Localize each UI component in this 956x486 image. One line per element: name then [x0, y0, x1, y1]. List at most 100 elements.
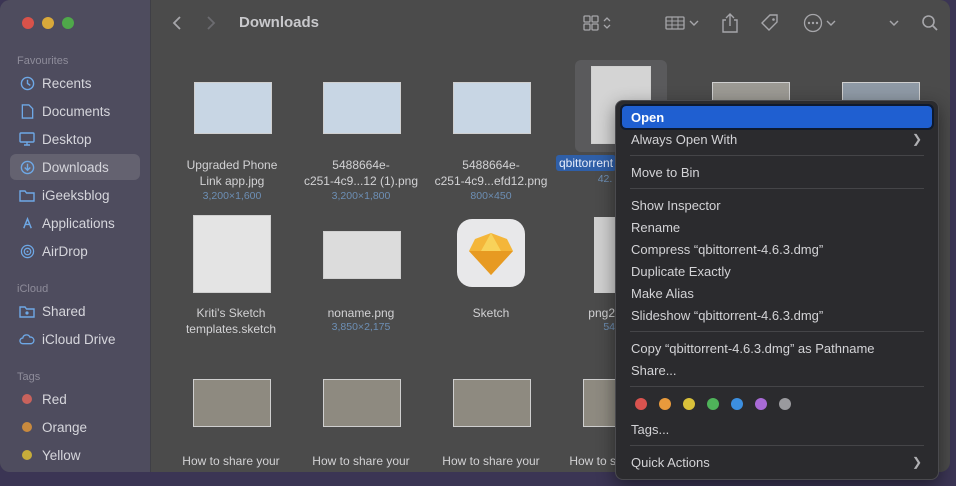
sidebar-item-igeeksblog[interactable]: iGeeksblog: [10, 182, 140, 208]
sidebar-item-label: iCloud Drive: [42, 331, 116, 347]
menu-item-copy-pathname[interactable]: Copy “qbittorrent-4.6.3.dmg” as Pathname: [622, 337, 932, 359]
sidebar-item-label: Documents: [42, 103, 111, 119]
file-name: noname.png: [327, 306, 395, 320]
file-name: 5488664e-c251-4c9...efd12.png: [434, 158, 548, 188]
download-icon: [19, 159, 35, 175]
file-thumbnail: [453, 379, 531, 427]
menu-item-quick-actions[interactable]: Quick Actions ❯: [622, 451, 932, 473]
favourites-header: Favourites: [17, 55, 69, 67]
chevron-down-icon[interactable]: [888, 12, 900, 34]
minimize-window-button[interactable]: [42, 17, 54, 29]
menu-item-tags[interactable]: Tags...: [622, 418, 932, 440]
menu-item-duplicate-exactly[interactable]: Duplicate Exactly: [622, 260, 932, 282]
sidebar-item-label: Orange: [42, 419, 88, 435]
menu-item-rename[interactable]: Rename: [622, 216, 932, 238]
file-thumbnail: [193, 215, 271, 293]
file-meta: 54: [603, 321, 615, 333]
tag-color-green[interactable]: [707, 398, 719, 410]
sidebar-item-label: Recents: [42, 75, 92, 91]
menu-item-show-inspector[interactable]: Show Inspector: [622, 194, 932, 216]
forward-icon[interactable]: [205, 12, 217, 34]
menu-item-compress[interactable]: Compress “qbittorrent-4.6.3.dmg”: [622, 238, 932, 260]
sidebar: Favourites Recents Documents Desktop Dow…: [0, 0, 151, 472]
sidebar-tag-yellow[interactable]: Yellow: [10, 442, 140, 468]
menu-separator: [630, 155, 924, 156]
menu-item-open[interactable]: Open: [620, 104, 934, 130]
menu-item-move-to-bin[interactable]: Move to Bin: [622, 161, 932, 183]
file-thumbnail: [453, 82, 531, 134]
zoom-window-button[interactable]: [62, 17, 74, 29]
sidebar-item-label: Applications: [42, 215, 115, 231]
sidebar-tag-red[interactable]: Red: [10, 386, 140, 412]
sidebar-item-desktop[interactable]: Desktop: [10, 126, 140, 152]
file-name: Kriti's Sketch templates.sketch: [185, 306, 277, 336]
tag-color-blue[interactable]: [731, 398, 743, 410]
menu-item-make-alias[interactable]: Make Alias: [622, 282, 932, 304]
menu-separator: [630, 331, 924, 332]
tag-color-grey[interactable]: [779, 398, 791, 410]
menu-item-always-open-with[interactable]: Always Open With ❯: [622, 128, 932, 150]
document-icon: [19, 103, 35, 119]
file-name: How to share your: [182, 454, 280, 468]
tag-color-orange[interactable]: [659, 398, 671, 410]
sidebar-item-documents[interactable]: Documents: [10, 98, 140, 124]
file-name: Upgraded Phone Link app.jpg: [186, 158, 278, 188]
file-meta: 3,850×2,175: [331, 321, 391, 333]
sidebar-item-label: AirDrop: [42, 243, 88, 259]
sidebar-item-applications[interactable]: Applications: [10, 210, 140, 236]
tag-color-yellow[interactable]: [683, 398, 695, 410]
file-thumbnail: [323, 379, 401, 427]
file-thumbnail: [583, 379, 617, 427]
sidebar-item-label: Red: [42, 391, 67, 407]
file-name: qbittorrent: [556, 155, 617, 171]
menu-item-label: Always Open With: [631, 131, 738, 147]
sidebar-item-label: Desktop: [42, 131, 92, 147]
chevron-right-icon: ❯: [911, 455, 922, 469]
file-name: How to s: [569, 454, 616, 468]
tag-yellow-dot: [22, 450, 32, 460]
menu-item-share[interactable]: Share...: [622, 359, 932, 381]
context-menu: Open Always Open With ❯ Move to Bin Show…: [615, 100, 939, 480]
sidebar-item-airdrop[interactable]: AirDrop: [10, 238, 140, 264]
tag-red-dot: [22, 394, 32, 404]
sidebar-item-icloud-drive[interactable]: iCloud Drive: [10, 326, 140, 352]
folder-icon: [19, 187, 35, 203]
more-icon[interactable]: [803, 12, 837, 34]
grid-view-icon[interactable]: [583, 12, 613, 34]
back-icon[interactable]: [171, 12, 183, 34]
desktop-icon: [19, 131, 35, 147]
sidebar-item-label: Shared: [42, 303, 86, 319]
menu-item-label: Quick Actions: [631, 454, 710, 470]
file-name: How to share your: [442, 454, 540, 468]
window-title: Downloads: [239, 14, 320, 31]
sidebar-item-recents[interactable]: Recents: [10, 70, 140, 96]
tag-icon[interactable]: [760, 12, 780, 34]
file-meta: 800×450: [470, 190, 512, 202]
close-window-button[interactable]: [22, 17, 34, 29]
sidebar-item-label: iGeeksblog: [42, 187, 110, 203]
share-icon[interactable]: [721, 12, 739, 34]
group-icon[interactable]: [665, 12, 701, 34]
cloud-icon: [19, 331, 35, 347]
tag-orange-dot: [22, 422, 32, 432]
search-icon[interactable]: [921, 12, 939, 34]
shared-folder-icon: [19, 303, 35, 319]
tag-color-red[interactable]: [635, 398, 647, 410]
menu-separator: [630, 445, 924, 446]
file-name: How to share your: [312, 454, 410, 468]
tag-color-purple[interactable]: [755, 398, 767, 410]
tags-header: Tags: [17, 371, 41, 383]
sidebar-tag-orange[interactable]: Orange: [10, 414, 140, 440]
sidebar-item-label: Yellow: [42, 447, 81, 463]
menu-separator: [630, 386, 924, 387]
sidebar-item-downloads[interactable]: Downloads: [10, 154, 140, 180]
file-thumbnail: [323, 231, 401, 279]
menu-item-slideshow[interactable]: Slideshow “qbittorrent-4.6.3.dmg”: [622, 304, 932, 326]
sketch-app-icon: [457, 219, 525, 287]
file-meta: 3,200×1,600: [202, 190, 262, 202]
file-thumbnail: [194, 82, 272, 134]
file-meta: 3,200×1,800: [331, 190, 391, 202]
file-thumbnail: [193, 379, 271, 427]
sidebar-item-shared[interactable]: Shared: [10, 298, 140, 324]
file-name: 5488664e-c251-4c9...12 (1).png: [303, 158, 419, 188]
